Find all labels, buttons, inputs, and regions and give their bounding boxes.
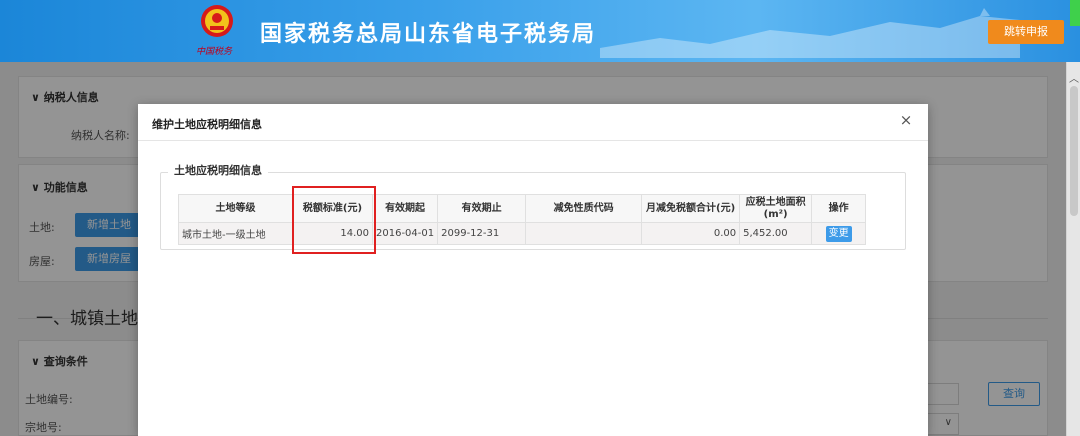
header-valid-to: 有效期止 (437, 194, 527, 223)
status-indicator (1070, 0, 1080, 26)
header-action: 操作 (811, 194, 867, 223)
page-scrollbar[interactable]: ︿ (1066, 62, 1080, 436)
land-tax-detail-modal: 维护土地应税明细信息 × 土地应税明细信息 土地等级 税额标准(元) 有效期起 … (138, 104, 928, 436)
tax-detail-table: 土地等级 税额标准(元) 有效期起 有效期止 减免性质代码 月减免税额合计(元)… (178, 194, 867, 245)
header-land-grade: 土地等级 (178, 194, 293, 223)
header-valid-from: 有效期起 (371, 194, 439, 223)
change-button[interactable]: 变更 (825, 225, 852, 242)
close-icon[interactable]: × (898, 112, 914, 128)
scroll-up-icon[interactable]: ︿ (1069, 70, 1079, 85)
header-exemption-code: 减免性质代码 (525, 194, 643, 223)
site-title: 国家税务总局山东省电子税务局 (260, 22, 597, 47)
table-row[interactable]: 城市土地-一级土地 14.00 2016-04-01 2099-12-31 0.… (178, 222, 867, 245)
cell-action: 变更 (811, 222, 867, 245)
cell-taxable-area: 5,452.00 (739, 222, 813, 245)
site-header: 中国税务 国家税务总局山东省电子税务局 跳转申报 (0, 0, 1080, 62)
modal-title: 维护土地应税明细信息 (152, 118, 262, 131)
table-header-row: 土地等级 税额标准(元) 有效期起 有效期止 减免性质代码 月减免税额合计(元)… (178, 194, 867, 223)
great-wall-decoration (600, 8, 1020, 58)
scrollbar-thumb[interactable] (1070, 86, 1078, 216)
tax-emblem-icon (201, 5, 233, 37)
modal-divider (138, 140, 928, 141)
cell-land-grade: 城市土地-一级土地 (178, 222, 293, 245)
cell-exemption-code (525, 222, 643, 245)
jump-declare-button[interactable]: 跳转申报 (988, 20, 1064, 44)
cell-monthly-exemption: 0.00 (641, 222, 741, 245)
header-taxable-area: 应税土地面积(m²) (739, 194, 813, 223)
cell-valid-from: 2016-04-01 (371, 222, 439, 245)
highlight-box (292, 186, 376, 254)
emblem-caption: 中国税务 (196, 47, 233, 57)
detail-group-title: 土地应税明细信息 (168, 162, 268, 178)
cell-valid-to: 2099-12-31 (437, 222, 527, 245)
header-monthly-exemption: 月减免税额合计(元) (641, 194, 741, 223)
